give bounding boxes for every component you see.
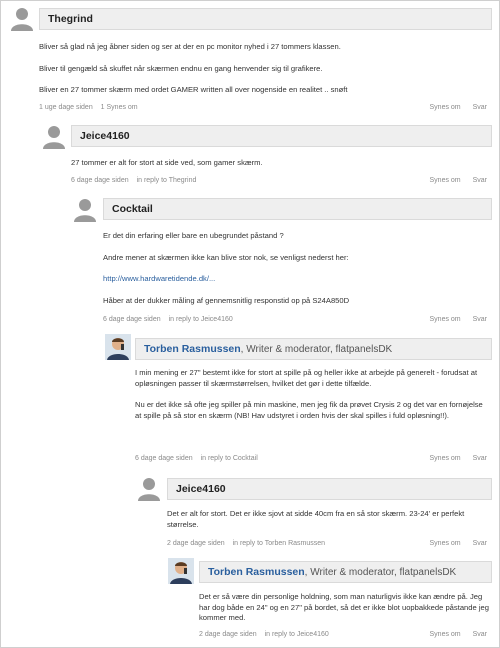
like-count[interactable]: 1 Synes om — [101, 104, 138, 111]
like-button[interactable]: Synes om — [430, 316, 461, 323]
timestamp[interactable]: 1 uge dage siden — [39, 104, 93, 111]
comment-paragraph: Bliver så glad nå jeg åbner siden og ser… — [39, 42, 341, 51]
comment-body: Er det din erfaring eller bare en ubegru… — [103, 231, 491, 306]
comment-header: Thegrind — [39, 8, 492, 30]
author-name[interactable]: Torben Rasmussen — [208, 566, 305, 578]
author-name[interactable]: Jeice4160 — [176, 483, 226, 495]
comment-body: Bliver så glad nå jeg åbner siden og ser… — [39, 42, 489, 96]
reply-button[interactable]: Svar — [473, 540, 487, 547]
user-photo-avatar[interactable] — [105, 334, 131, 360]
reply-to-link[interactable]: in reply to Cocktail — [201, 455, 258, 462]
comment-paragraph: Bliver en 27 tommer skærm med ordet GAME… — [39, 85, 348, 94]
comment-paragraph: http://www.hardwaretidende.dk/... — [103, 274, 491, 285]
comment-actions: Synes om Svar — [420, 316, 487, 323]
comment-meta: 6 dage dage siden in reply to Jeice4160 — [103, 316, 239, 323]
comment-body: I min mening er 27" bestemt ikke for sto… — [135, 368, 490, 421]
comment-meta: 6 dage dage siden in reply to Cocktail — [135, 455, 264, 462]
reply-button[interactable]: Svar — [473, 455, 487, 462]
default-avatar-icon[interactable] — [41, 123, 67, 149]
comment-meta: 2 dage dage siden in reply to Torben Ras… — [167, 540, 331, 547]
timestamp[interactable]: 6 dage dage siden — [103, 316, 161, 323]
comment-actions: Synes om Svar — [420, 104, 487, 111]
reply-button[interactable]: Svar — [473, 104, 487, 111]
comment-body: 27 tommer er alt for stort at side ved, … — [71, 158, 491, 169]
default-avatar-icon[interactable] — [9, 5, 35, 31]
comment-header: Jeice4160 — [71, 125, 492, 147]
author-role: , Writer & moderator, flatpanelsDK — [304, 567, 457, 578]
timestamp[interactable]: 6 dage dage siden — [135, 455, 193, 462]
comment-paragraph: I min mening er 27" bestemt ikke for sto… — [135, 368, 478, 388]
comment-header: Torben Rasmussen, Writer & moderator, fl… — [135, 338, 492, 360]
reply-to-link[interactable]: in reply to Thegrind — [137, 177, 197, 184]
comment-meta: 2 dage dage siden in reply to Jeice4160 — [199, 631, 335, 638]
like-button[interactable]: Synes om — [430, 104, 461, 111]
comment-body: Det er så være din personlige holdning, … — [199, 592, 491, 624]
comment-paragraph: Nu er det ikke så ofte jeg spiller på mi… — [135, 400, 483, 420]
comment-header: Torben Rasmussen, Writer & moderator, fl… — [199, 561, 492, 583]
author-name[interactable]: Jeice4160 — [80, 130, 130, 142]
reply-button[interactable]: Svar — [473, 631, 487, 638]
comment-paragraph: Det er alt for stort. Det er ikke sjovt … — [167, 509, 465, 529]
comment-thread: Thegrind Bliver så glad nå jeg åbner sid… — [0, 0, 500, 648]
comment-meta: 1 uge dage siden 1 Synes om — [39, 104, 144, 111]
comment-actions: Synes om Svar — [420, 631, 487, 638]
user-photo-avatar[interactable] — [168, 558, 194, 584]
comment-paragraph: 27 tommer er alt for stort at side ved, … — [71, 158, 263, 167]
timestamp[interactable]: 2 dage dage siden — [199, 631, 257, 638]
author-name[interactable]: Torben Rasmussen — [144, 343, 241, 355]
default-avatar-icon[interactable] — [72, 196, 98, 222]
author-name[interactable]: Cocktail — [112, 203, 153, 215]
comment-actions: Synes om Svar — [420, 540, 487, 547]
comment-actions: Synes om Svar — [420, 455, 487, 462]
like-button[interactable]: Synes om — [430, 631, 461, 638]
comment-paragraph: Andre mener at skærmen ikke kan blive st… — [103, 252, 349, 262]
comment-body: Det er alt for stort. Det er ikke sjovt … — [167, 509, 491, 530]
like-button[interactable]: Synes om — [430, 455, 461, 462]
comment-paragraph: Håber at der dukker måling af gennemsnit… — [103, 295, 350, 305]
reply-button[interactable]: Svar — [473, 316, 487, 323]
reply-to-link[interactable]: in reply to Jeice4160 — [169, 316, 233, 323]
comment-paragraph: Bliver til gengæld så skuffet når skærme… — [39, 63, 323, 73]
timestamp[interactable]: 6 dage dage siden — [71, 177, 129, 184]
like-button[interactable]: Synes om — [430, 177, 461, 184]
author-name[interactable]: Thegrind — [48, 13, 93, 25]
comment-paragraph: Det er så være din personlige holdning, … — [199, 592, 489, 622]
comment-paragraph: Er det din erfaring eller bare en ubegru… — [103, 231, 284, 240]
reply-button[interactable]: Svar — [473, 177, 487, 184]
like-button[interactable]: Synes om — [430, 540, 461, 547]
reply-to-link[interactable]: in reply to Torben Rasmussen — [233, 540, 325, 547]
default-avatar-icon[interactable] — [136, 475, 162, 501]
timestamp[interactable]: 2 dage dage siden — [167, 540, 225, 547]
reply-to-link[interactable]: in reply to Jeice4160 — [265, 631, 329, 638]
comment-actions: Synes om Svar — [420, 177, 487, 184]
comment-header: Jeice4160 — [167, 478, 492, 500]
external-link[interactable]: http://www.hardwaretidende.dk/... — [103, 274, 215, 283]
author-role: , Writer & moderator, flatpanelsDK — [240, 344, 393, 355]
comment-meta: 6 dage dage siden in reply to Thegrind — [71, 177, 202, 184]
comment-header: Cocktail — [103, 198, 492, 220]
